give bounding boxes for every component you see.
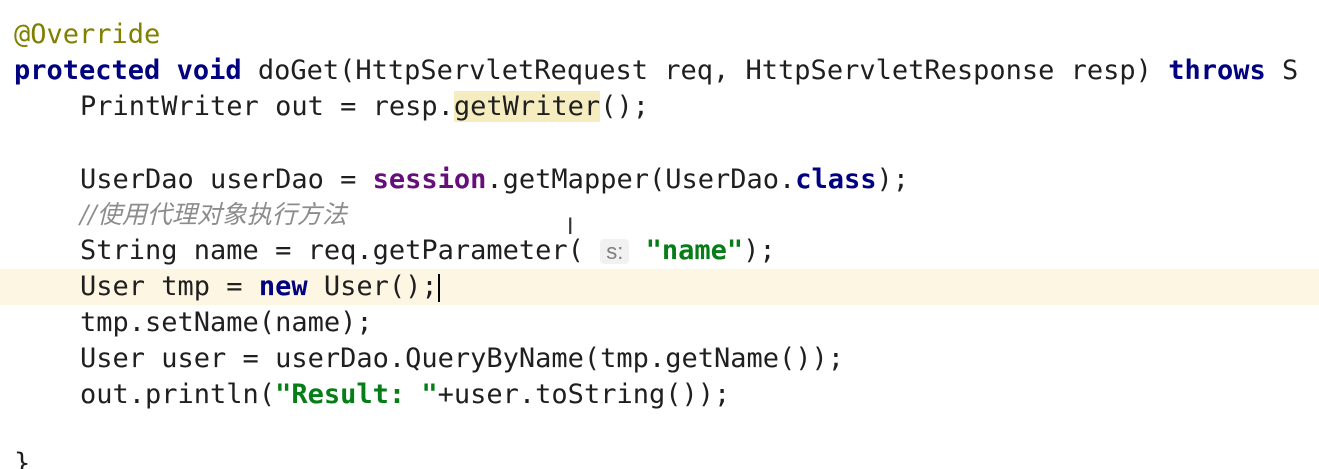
text-caret — [437, 273, 440, 302]
code-line-querybyname[interactable]: User user = userDao.QueryByName(tmp.getN… — [0, 341, 1319, 377]
code-line-current[interactable]: User tmp = new User(); — [0, 269, 1319, 305]
code-comment: //使用代理对象执行方法 — [80, 200, 347, 229]
getparameter-decl: String name = req.getParameter( — [80, 235, 584, 266]
querybyname-call: User user = userDao.QueryByName(tmp.getN… — [80, 343, 845, 374]
keyword-class: class — [795, 164, 877, 195]
printwriter-decl: PrintWriter out = resp. — [80, 91, 454, 122]
code-line-getparameter[interactable]: String name = req.getParameter( s: "name… — [0, 233, 1319, 269]
code-line-annotation[interactable]: @Override — [0, 17, 1319, 53]
signature-overflow: S — [1282, 55, 1299, 86]
closing-brace: } — [14, 448, 31, 469]
user-tmp-decl: User tmp = — [80, 271, 259, 302]
getparameter-end: ); — [743, 235, 776, 266]
override-annotation: @Override — [14, 19, 161, 50]
code-line-userdao[interactable]: UserDao userDao = session.getMapper(User… — [0, 162, 1319, 198]
code-line-printwriter[interactable]: PrintWriter out = resp.getWriter(); — [0, 89, 1319, 125]
keyword-new: new — [258, 271, 308, 302]
string-literal-result: "Result: " — [275, 379, 438, 410]
code-line-closing-brace[interactable]: } — [0, 446, 1319, 469]
code-line-println[interactable]: out.println("Result: "+user.toString()); — [0, 377, 1319, 413]
code-editor[interactable]: @Override protected void doGet(HttpServl… — [0, 0, 1319, 469]
parameter-hint: s: — [600, 239, 630, 264]
getwriter-method: getWriter — [453, 91, 601, 122]
string-literal-name: "name" — [645, 235, 744, 266]
keyword-throws: throws — [1168, 55, 1266, 86]
userdao-end: ); — [876, 164, 910, 195]
keyword-void: void — [176, 55, 242, 86]
setname-call: tmp.setName(name); — [80, 307, 373, 338]
keyword-protected: protected — [14, 55, 161, 86]
printwriter-end: (); — [600, 91, 649, 122]
ibeam-cursor-icon: I — [567, 215, 574, 240]
session-field: session — [372, 164, 487, 195]
println-end: +user.toString()); — [437, 379, 731, 410]
code-line-setname[interactable]: tmp.setName(name); — [0, 305, 1319, 341]
userdao-decl: UserDao userDao = — [80, 164, 373, 195]
code-line-signature[interactable]: protected void doGet(HttpServletRequest … — [0, 53, 1319, 89]
println-call: out.println( — [80, 379, 276, 410]
method-signature: doGet(HttpServletRequest req, HttpServle… — [257, 55, 1152, 86]
user-constructor: User(); — [307, 271, 438, 302]
getmapper-call: .getMapper(UserDao. — [486, 164, 796, 195]
code-line-comment[interactable]: //使用代理对象执行方法 — [0, 197, 1319, 233]
